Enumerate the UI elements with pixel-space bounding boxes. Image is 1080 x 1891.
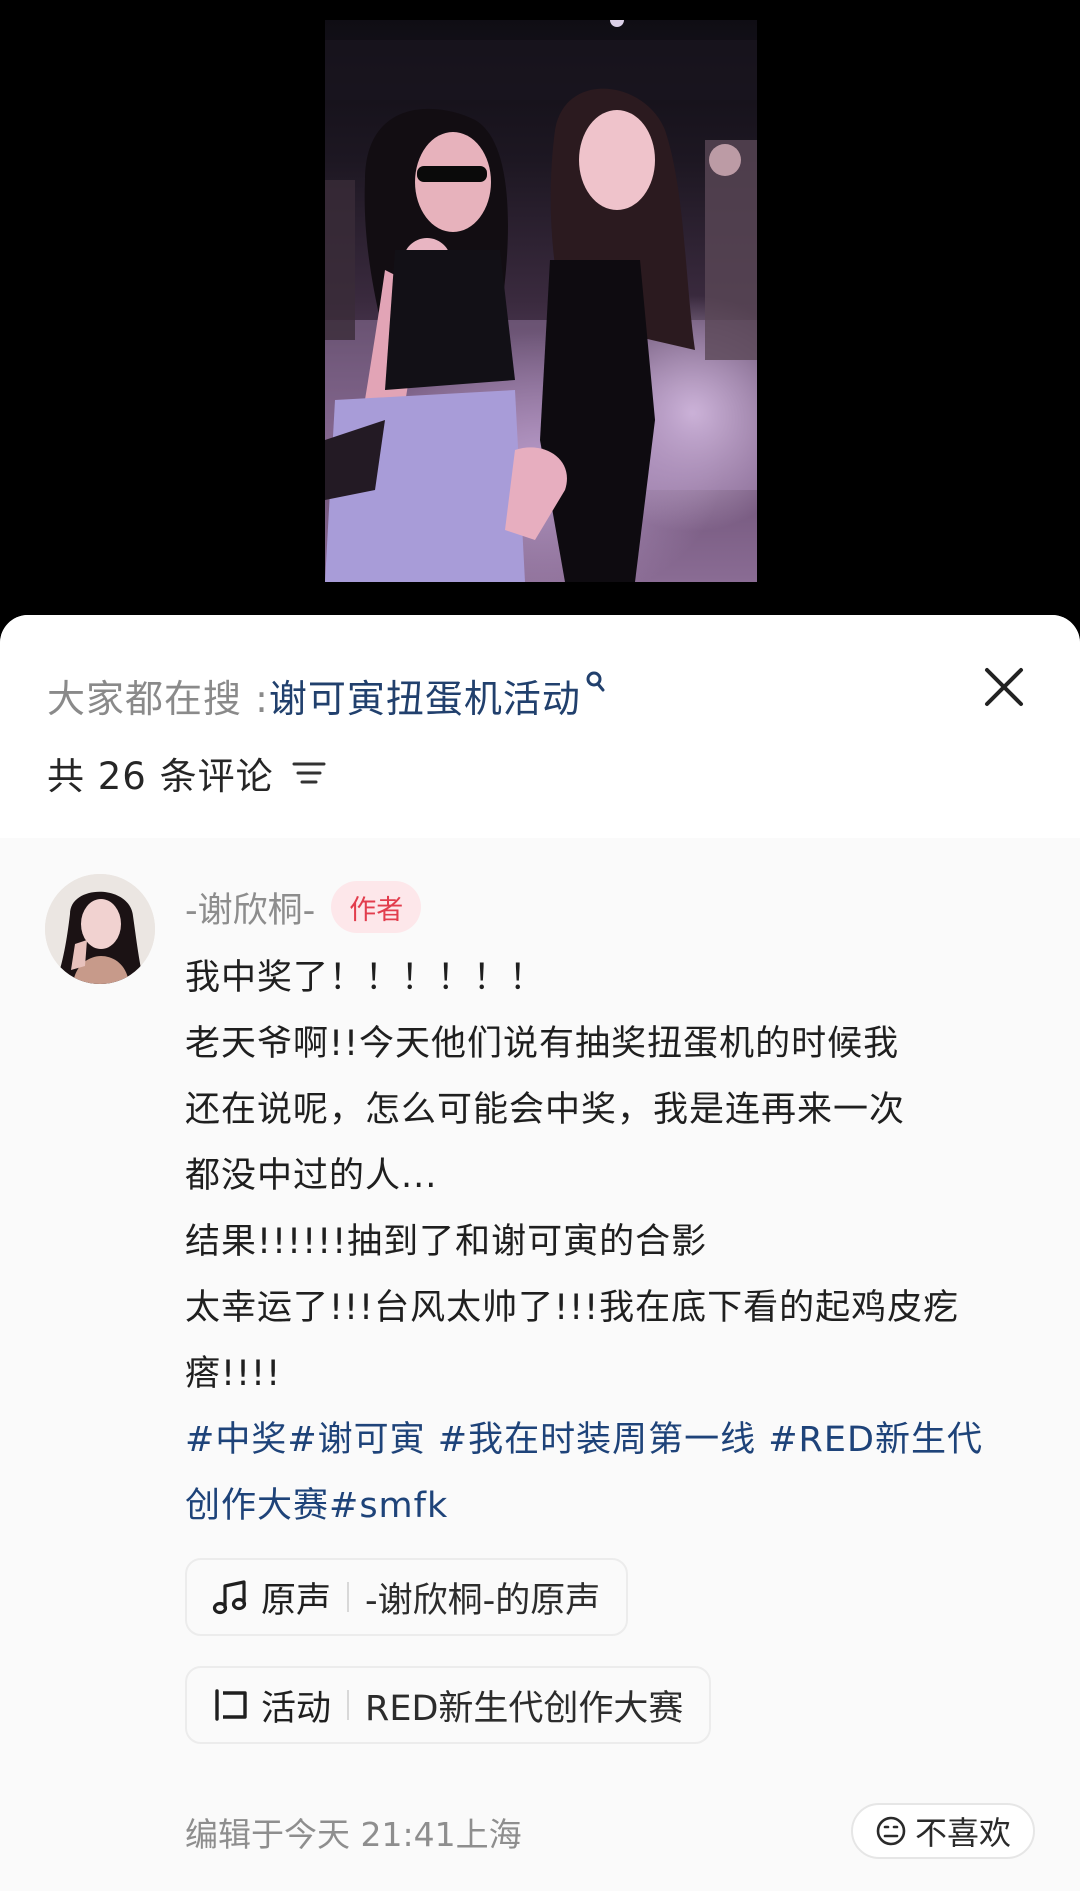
avatar[interactable] [45, 874, 155, 984]
comment-meta: 编辑于今天 21:41上海 [185, 1804, 522, 1860]
comment-line: 还在说呢，怎么可能会中奖，我是连再来一次 [185, 1090, 906, 1130]
close-icon [985, 668, 1023, 706]
sound-chip-value: -谢欣桐-的原声 [365, 1580, 601, 1621]
post-photo[interactable] [325, 20, 757, 582]
comment-line: 我中奖了！！！！！！ [185, 958, 546, 998]
activity-chip-type: 活动 [261, 1688, 332, 1729]
dislike-button[interactable]: 不喜欢 [851, 1803, 1035, 1859]
chip-divider [347, 1690, 350, 1720]
photo-illustration [325, 20, 757, 582]
hashtag-line[interactable]: 创作大赛#smfk [185, 1473, 1045, 1539]
comment-count: 共 26 条评论 [47, 755, 274, 798]
avatar-image [45, 874, 155, 984]
edit-time-location: 编辑于今天 21:41上海 [185, 1815, 522, 1854]
activity-flag-icon [215, 1689, 247, 1721]
comment-line: 都没中过的人... [185, 1156, 438, 1196]
close-button[interactable] [976, 659, 1032, 715]
comment-line: 瘩!!!! [185, 1354, 282, 1394]
trending-search[interactable]: 大家都在搜 : 谢可寅扭蛋机活动 [47, 667, 609, 723]
comment-line: 结果!!!!!!抽到了和谢可寅的合影 [185, 1222, 708, 1262]
author-row: -谢欣桐- 作者 [185, 877, 422, 937]
dislike-label: 不喜欢 [914, 1814, 1011, 1852]
activity-chip-value: RED新生代创作大赛 [365, 1688, 684, 1729]
trending-search-term[interactable]: 谢可寅扭蛋机活动 [269, 668, 581, 723]
comments-header: 大家都在搜 : 谢可寅扭蛋机活动 共 26 条评论 [0, 615, 1080, 838]
sound-chip-type: 原声 [261, 1580, 332, 1621]
activity-chip[interactable]: 活动 RED新生代创作大赛 [185, 1666, 712, 1744]
author-name[interactable]: -谢欣桐- [185, 882, 315, 933]
comment-line: 太幸运了!!!台风太帅了!!!我在底下看的起鸡皮疙 [185, 1288, 960, 1328]
hashtag-line[interactable]: #中奖#谢可寅 #我在时装周第一线 #RED新生代 [185, 1407, 1045, 1473]
chip-divider [347, 1582, 350, 1612]
sort-icon[interactable] [292, 758, 326, 788]
trending-search-prefix: 大家都在搜 : [47, 676, 269, 721]
comment-text: 我中奖了！！！！！！ 老天爷啊!!今天他们说有抽奖扭蛋机的时候我 还在说呢，怎么… [185, 945, 1045, 1539]
author-badge: 作者 [331, 881, 422, 933]
comments-sheet: 大家都在搜 : 谢可寅扭蛋机活动 共 26 条评论 -谢欣桐- 作者 我中奖了！… [0, 615, 1080, 1891]
neutral-face-icon [876, 1816, 906, 1846]
comment-line: 老天爷啊!!今天他们说有抽奖扭蛋机的时候我 [185, 1024, 900, 1064]
sound-chip[interactable]: 原声 -谢欣桐-的原声 [185, 1558, 629, 1636]
music-note-icon [212, 1580, 247, 1615]
search-icon [586, 671, 605, 692]
comment-count-row[interactable]: 共 26 条评论 [47, 745, 326, 801]
